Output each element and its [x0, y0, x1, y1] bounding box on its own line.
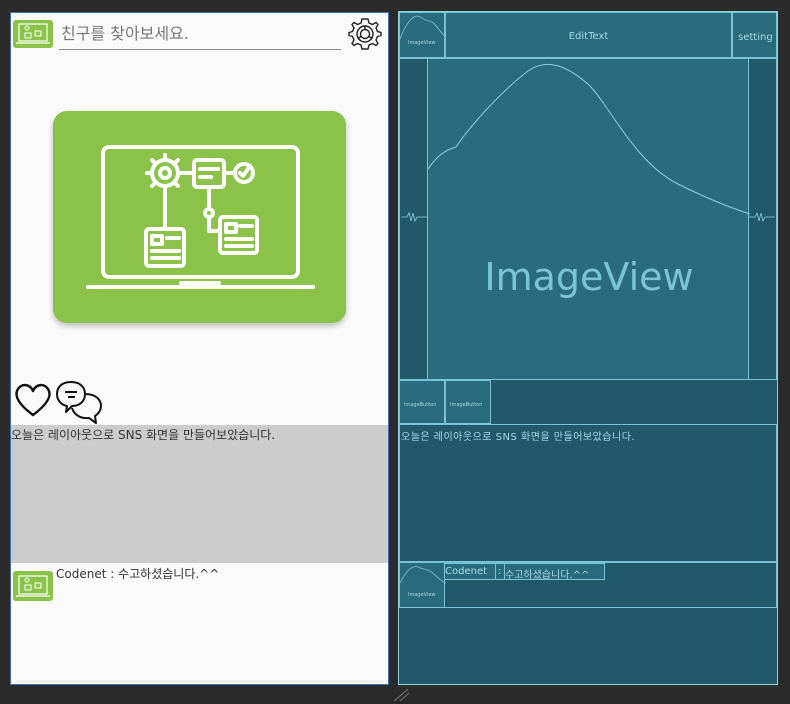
constraint-spring-left	[401, 212, 427, 222]
image-placeholder-icon	[400, 566, 446, 584]
bp-edittext-label: EditText	[568, 31, 609, 42]
bp-imagebutton-1-label: ImageButton	[404, 402, 437, 408]
bp-post-text: 오늘은 레이아웃으로 SNS 화면을 만들어보았습니다.	[401, 432, 636, 443]
bp-top-imageview-label: ImageView	[408, 40, 436, 46]
bp-imagebutton-1[interactable]: ImageButton	[399, 380, 445, 424]
gear-icon[interactable]	[348, 17, 382, 51]
image-placeholder-icon	[428, 63, 750, 215]
comment-text: Codenet : 수고하셨습니다.^^	[56, 567, 220, 581]
bp-setting-label: setting	[738, 32, 773, 43]
laptop-flow-icon	[16, 575, 50, 597]
bp-imagebutton-2-label: ImageButton	[450, 402, 483, 408]
bp-edittext[interactable]: EditText	[445, 12, 732, 58]
bp-comment-imageview-label: ImageView	[408, 592, 436, 598]
constraint-spring-right	[749, 212, 775, 222]
post-content: 오늘은 레이아웃으로 SNS 화면을 만들어보았습니다.	[11, 425, 388, 563]
search-input[interactable]: 친구를 찾아보세요.	[59, 19, 341, 50]
bp-comment-text: 수고하셨습니다.^^	[505, 570, 590, 581]
post-text: 오늘은 레이아웃으로 SNS 화면을 만들어보았습니다.	[11, 428, 276, 442]
main-post-image	[53, 111, 346, 323]
bp-comment-user-text: Codenet	[445, 566, 488, 577]
blueprint-preview: ImageView EditText setting ImageView Ima…	[398, 11, 778, 685]
design-preview: 친구를 찾아보세요. 오늘은 레이아웃으로 SNS 화면을 만들어보았습니다. …	[10, 12, 389, 685]
image-placeholder-icon	[400, 15, 446, 40]
bp-comment-user: Codenet	[444, 563, 496, 580]
laptop-workflow-icon	[86, 145, 315, 289]
bp-comment-imageview: ImageView	[399, 562, 446, 608]
heart-icon[interactable]	[13, 381, 53, 419]
resize-handle-icon[interactable]	[392, 688, 410, 702]
comment-avatar	[13, 571, 53, 601]
chat-icon[interactable]	[55, 379, 103, 425]
bp-comment-textview: 수고하셨습니다.^^	[504, 563, 605, 581]
bp-main-imageview: ImageView	[427, 58, 750, 380]
bp-top-imageview[interactable]: ImageView	[399, 12, 446, 58]
bp-comment-colon-text: :	[498, 566, 502, 577]
laptop-flow-icon	[16, 23, 50, 44]
bp-imagebutton-2[interactable]: ImageButton	[445, 380, 491, 424]
bp-post-textview: 오늘은 레이아웃으로 SNS 화면을 만들어보았습니다.	[399, 424, 777, 562]
bp-main-imageview-label: ImageView	[484, 255, 694, 299]
bp-setting-button[interactable]: setting	[732, 12, 777, 58]
profile-image[interactable]	[13, 20, 53, 48]
